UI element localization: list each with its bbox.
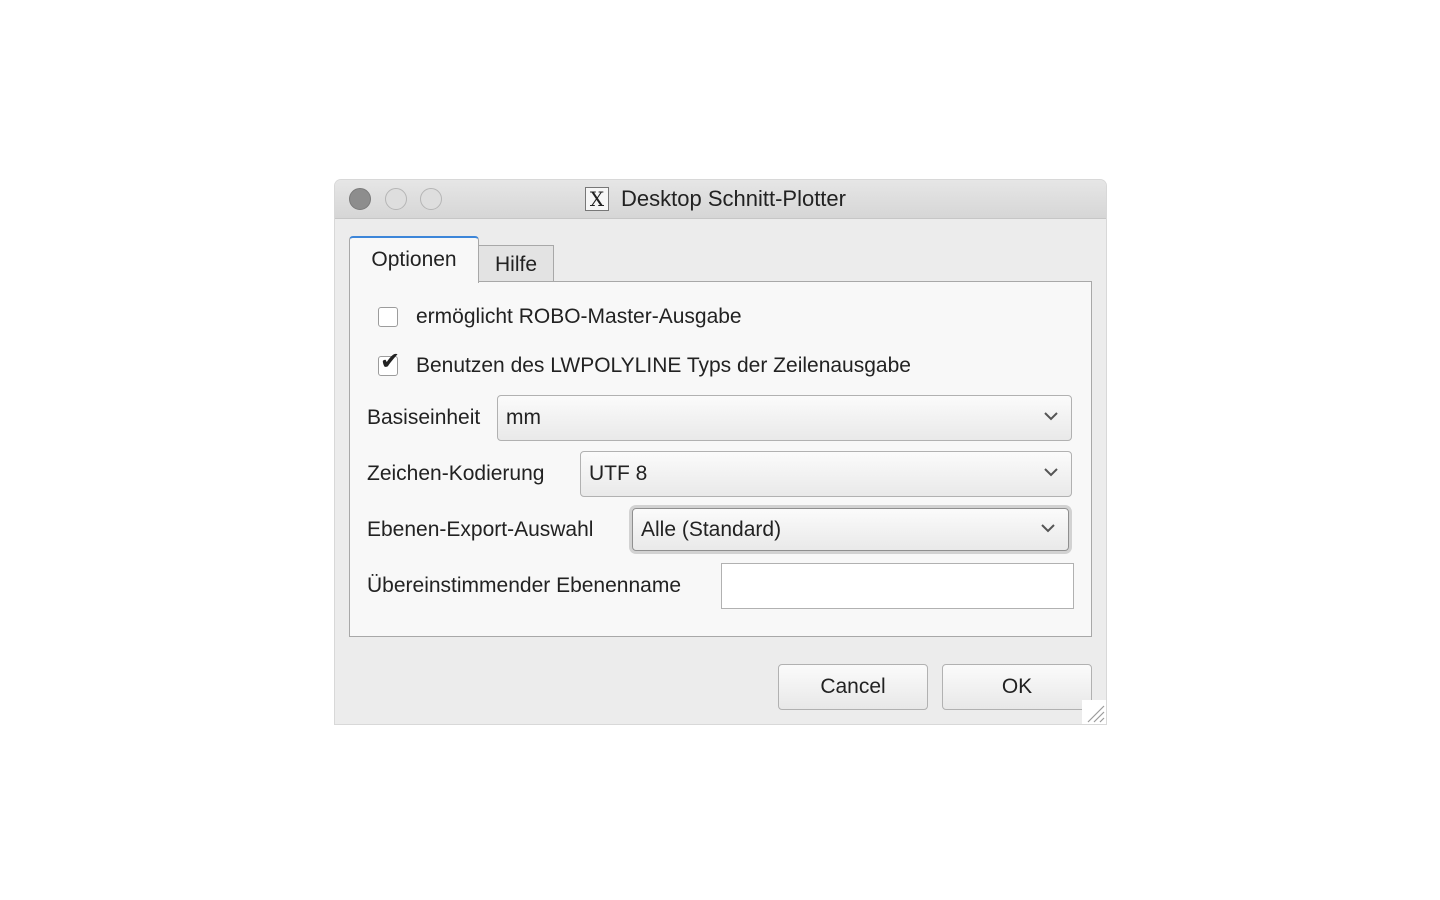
layer-name-field[interactable]: [721, 563, 1074, 609]
encoding-select[interactable]: UTF 8: [580, 451, 1072, 497]
window-title: Desktop Schnitt-Plotter: [621, 186, 846, 211]
lwpolyline-option[interactable]: ✔ Benutzen des LWPOLYLINE Typs der Zeile…: [378, 350, 911, 378]
base-unit-value: mm: [506, 406, 541, 429]
cancel-button[interactable]: Cancel: [778, 664, 928, 710]
chevron-down-icon: [1041, 524, 1055, 533]
checkmark-icon: ✔: [380, 348, 401, 375]
layer-export-value: Alle (Standard): [641, 517, 782, 541]
layer-name-label: Übereinstimmender Ebenenname: [367, 574, 682, 597]
base-unit-select[interactable]: mm: [497, 395, 1072, 441]
layer-export-label: Ebenen-Export-Auswahl: [367, 518, 594, 541]
ok-button[interactable]: OK: [942, 664, 1092, 710]
chevron-down-icon: [1044, 412, 1058, 421]
x11-icon: X: [585, 187, 609, 211]
options-panel: ermöglicht ROBO-Master-Ausgabe ✔ Benutze…: [349, 281, 1092, 637]
resize-grip-lines: [1087, 705, 1105, 723]
robo-master-label: ermöglicht ROBO-Master-Ausgabe: [416, 305, 742, 328]
robo-master-checkbox[interactable]: [378, 307, 398, 327]
title-bar[interactable]: X Desktop Schnitt-Plotter: [335, 180, 1106, 219]
robo-master-option[interactable]: ermöglicht ROBO-Master-Ausgabe: [378, 305, 742, 329]
title-wrap: X Desktop Schnitt-Plotter: [335, 180, 1106, 218]
tab-optionen[interactable]: Optionen: [349, 236, 479, 283]
encoding-label: Zeichen-Kodierung: [367, 462, 545, 485]
dialog-window: X Desktop Schnitt-Plotter Optionen Hilfe…: [335, 180, 1106, 724]
tab-hilfe[interactable]: Hilfe: [478, 245, 554, 282]
base-unit-label: Basiseinheit: [367, 406, 481, 429]
chevron-down-icon: [1044, 468, 1058, 477]
lwpolyline-checkbox[interactable]: ✔: [378, 350, 400, 376]
encoding-value: UTF 8: [589, 462, 648, 485]
resize-grip-icon[interactable]: [1082, 700, 1106, 724]
lwpolyline-label: Benutzen des LWPOLYLINE Typs der Zeilena…: [416, 354, 911, 377]
layer-export-select[interactable]: Alle (Standard): [632, 508, 1069, 551]
